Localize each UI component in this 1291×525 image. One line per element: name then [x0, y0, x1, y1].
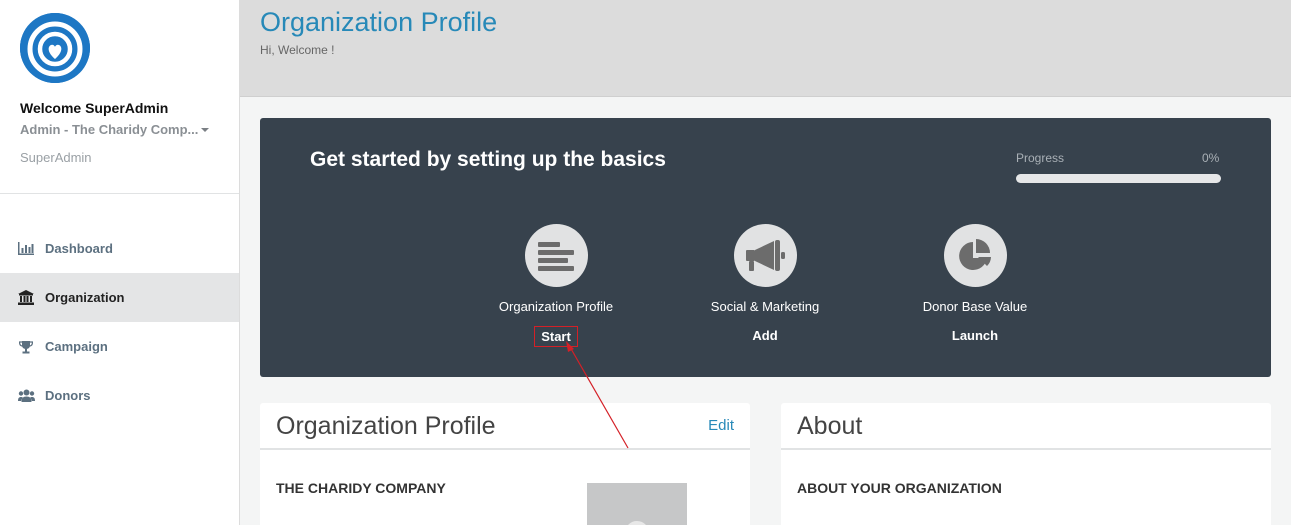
organization-selector[interactable]: Admin - The Charidy Comp...: [20, 122, 215, 137]
sidebar-item-label: Campaign: [45, 339, 108, 354]
caret-down-icon: [201, 128, 209, 132]
page-title: Organization Profile: [260, 7, 498, 37]
start-button[interactable]: Start: [534, 326, 578, 347]
progress-bar: [1016, 174, 1221, 183]
welcome-text: Welcome SuperAdmin: [20, 100, 169, 116]
sidebar-item-donors[interactable]: Donors: [0, 371, 239, 420]
charidy-logo[interactable]: [20, 13, 90, 83]
sidebar-item-label: Organization: [45, 290, 125, 305]
sidebar-item-dashboard[interactable]: Dashboard: [0, 224, 239, 273]
about-card: About ABOUT YOUR ORGANIZATION: [781, 403, 1271, 525]
launch-button[interactable]: Launch: [946, 326, 1004, 345]
users-icon: [17, 388, 35, 404]
sidebar-item-label: Donors: [45, 388, 91, 403]
page-header: Organization Profile Hi, Welcome !: [240, 0, 1291, 97]
sidebar: Welcome SuperAdmin Admin - The Charidy C…: [0, 0, 240, 525]
edit-link[interactable]: Edit: [708, 417, 734, 434]
step-social-marketing: Social & Marketing Add: [690, 224, 840, 345]
card-divider: [260, 448, 750, 450]
step-icon-circle[interactable]: [733, 224, 797, 287]
bar-chart-icon: [17, 241, 35, 257]
getting-started-panel: Get started by setting up the basics Pro…: [260, 118, 1271, 377]
sidebar-item-organization[interactable]: Organization: [0, 273, 239, 322]
step-icon-circle[interactable]: [943, 224, 1007, 287]
step-icon-circle[interactable]: [524, 224, 588, 287]
charidy-logo-icon: [20, 13, 90, 83]
add-button[interactable]: Add: [746, 326, 783, 345]
card-divider: [781, 448, 1271, 450]
trophy-icon: [17, 339, 35, 355]
card-title: Organization Profile: [276, 412, 496, 440]
align-left-icon: [538, 241, 574, 271]
megaphone-icon: [746, 239, 785, 271]
step-label: Organization Profile: [498, 299, 614, 314]
bank-icon: [17, 290, 35, 306]
step-organization-profile: Organization Profile Start: [481, 224, 631, 347]
sidebar-divider: [0, 193, 239, 194]
getting-started-title: Get started by setting up the basics: [310, 148, 666, 171]
about-heading: ABOUT YOUR ORGANIZATION: [797, 480, 1002, 496]
progress-percentage: 0%: [1202, 151, 1220, 165]
card-title: About: [797, 412, 863, 440]
organization-image-placeholder[interactable]: [587, 483, 687, 525]
organization-name: THE CHARIDY COMPANY: [276, 480, 446, 496]
pie-chart-icon: [959, 238, 991, 270]
organization-profile-card: Organization Profile Edit THE CHARIDY CO…: [260, 403, 750, 525]
organization-selector-label: Admin - The Charidy Comp...: [20, 122, 199, 137]
step-label: Donor Base Value: [922, 299, 1028, 314]
user-role: SuperAdmin: [20, 150, 92, 165]
page-subtitle: Hi, Welcome !: [260, 43, 335, 57]
sidebar-item-campaign[interactable]: Campaign: [0, 322, 239, 371]
progress-label: Progress: [1016, 151, 1065, 165]
sidebar-item-label: Dashboard: [45, 241, 113, 256]
step-label: Social & Marketing: [710, 299, 820, 314]
image-placeholder-icon: [625, 521, 649, 525]
step-donor-base-value: Donor Base Value Launch: [900, 224, 1050, 345]
